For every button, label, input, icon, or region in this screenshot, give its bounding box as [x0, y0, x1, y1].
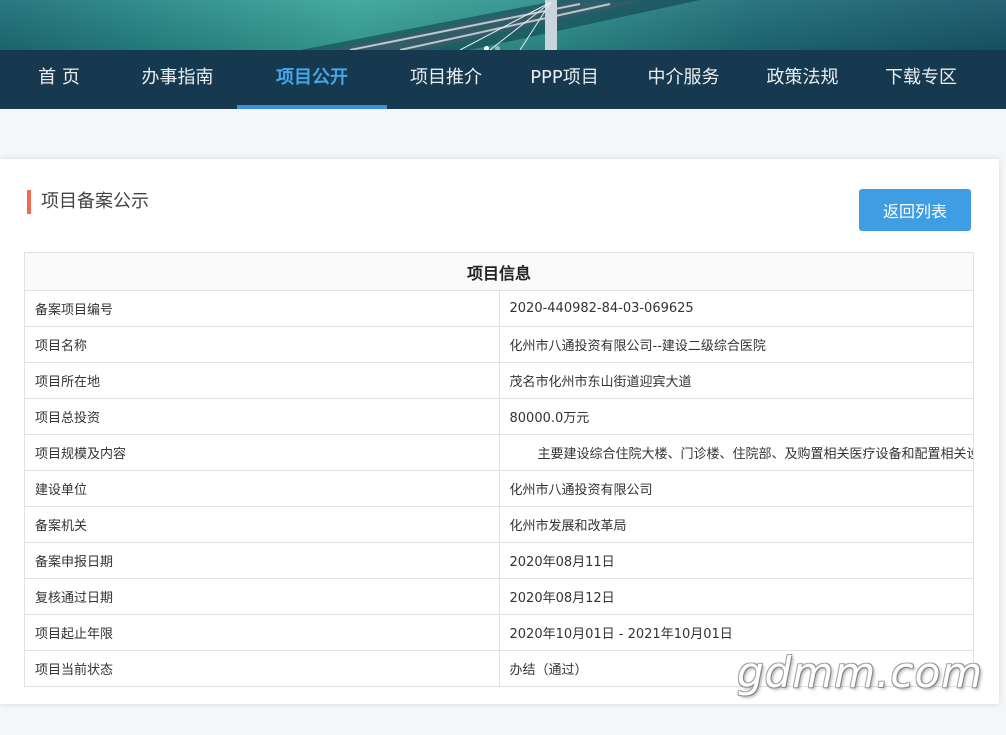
table-row: 建设单位 化州市八通投资有限公司 [24, 470, 974, 507]
row-value: 化州市八通投资有限公司--建设二级综合医院 [498, 326, 974, 363]
bridge-graphic [300, 0, 700, 50]
content-card: 项目备案公示 返回列表 项目信息 备案项目编号 2020-440982-84-0… [0, 159, 999, 704]
nav-service-guide[interactable]: 办事指南 [118, 50, 237, 109]
nav-policies-regulations[interactable]: 政策法规 [743, 50, 862, 109]
row-label: 备案项目编号 [24, 290, 500, 327]
row-label: 建设单位 [24, 470, 500, 507]
row-label: 项目名称 [24, 326, 500, 363]
nav-project-disclosure[interactable]: 项目公开 [237, 50, 387, 109]
row-value: 80000.0万元 [498, 398, 974, 435]
nav-ppp-projects[interactable]: PPP项目 [505, 50, 624, 109]
back-to-list-button[interactable]: 返回列表 [859, 189, 971, 231]
table-row: 项目规模及内容 主要建设综合住院大楼、门诊楼、住院部、及购置相关医疗设备和配置相… [24, 434, 974, 471]
table-row: 备案机关 化州市发展和改革局 [24, 506, 974, 543]
table-row: 项目起止年限 2020年10月01日 - 2021年10月01日 [24, 614, 974, 651]
table-header: 项目信息 [24, 252, 974, 291]
section-title: 项目备案公示 [27, 190, 149, 214]
watermark-logo: gdmm.com [737, 648, 984, 697]
row-value: 茂名市化州市东山街道迎宾大道 [498, 362, 974, 399]
table-row: 项目所在地 茂名市化州市东山街道迎宾大道 [24, 362, 974, 399]
row-label: 复核通过日期 [24, 578, 500, 615]
table-row: 项目名称 化州市八通投资有限公司--建设二级综合医院 [24, 326, 974, 363]
nav-downloads[interactable]: 下载专区 [862, 50, 980, 109]
nav-project-promotion[interactable]: 项目推介 [387, 50, 505, 109]
row-label: 项目总投资 [24, 398, 500, 435]
row-label: 项目规模及内容 [24, 434, 500, 471]
row-value: 2020-440982-84-03-069625 [498, 290, 974, 327]
main-nav: 首 页 办事指南 项目公开 项目推介 PPP项目 中介服务 政策法规 下载专区 [0, 50, 1006, 109]
table-row: 备案申报日期 2020年08月11日 [24, 542, 974, 579]
row-label: 项目所在地 [24, 362, 500, 399]
nav-agency-services[interactable]: 中介服务 [624, 50, 743, 109]
banner-image [0, 0, 1006, 50]
table-row: 项目总投资 80000.0万元 [24, 398, 974, 435]
row-label: 项目当前状态 [24, 650, 500, 687]
row-value: 2020年08月12日 [498, 578, 974, 615]
row-label: 项目起止年限 [24, 614, 500, 651]
table-header-row: 项目信息 [24, 252, 974, 291]
row-value: 2020年10月01日 - 2021年10月01日 [498, 614, 974, 651]
row-label: 备案申报日期 [24, 542, 500, 579]
project-info-table: 项目信息 备案项目编号 2020-440982-84-03-069625 项目名… [24, 252, 974, 687]
row-value: 2020年08月11日 [498, 542, 974, 579]
row-label: 备案机关 [24, 506, 500, 543]
row-value: 主要建设综合住院大楼、门诊楼、住院部、及购置相关医疗设备和配置相关设施等 [498, 434, 974, 471]
nav-home[interactable]: 首 页 [0, 50, 118, 109]
row-value: 化州市八通投资有限公司 [498, 470, 974, 507]
table-row: 复核通过日期 2020年08月12日 [24, 578, 974, 615]
row-value: 化州市发展和改革局 [498, 506, 974, 543]
table-row: 备案项目编号 2020-440982-84-03-069625 [24, 290, 974, 327]
